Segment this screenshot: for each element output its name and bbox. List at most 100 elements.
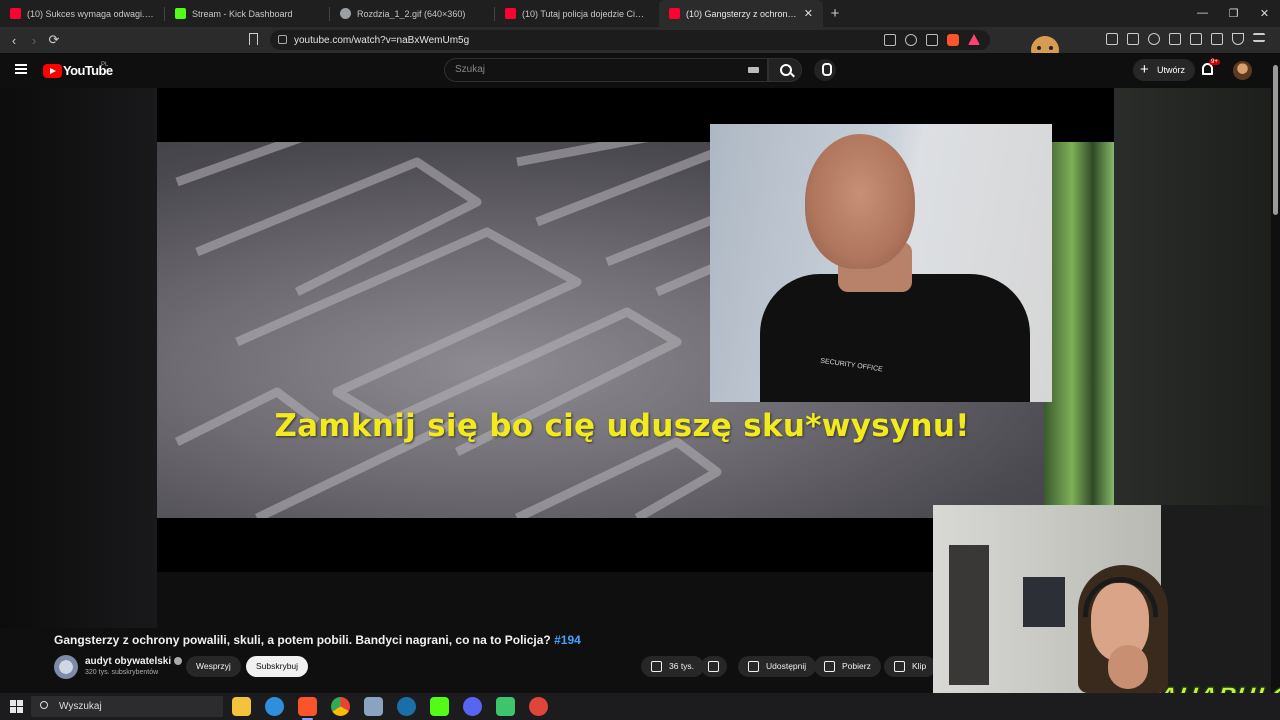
dislike-button[interactable] [701,656,727,677]
streamer-hand [1108,645,1148,689]
edge-icon[interactable] [265,697,284,716]
wallet-extension-icon[interactable] [1190,33,1202,45]
channel-name[interactable]: audyt obywatelski [85,656,183,667]
subscribe-button[interactable]: Subskrybuj [246,656,309,677]
account-avatar[interactable] [1233,61,1252,80]
steam-icon[interactable] [397,697,416,716]
browser-tab-active[interactable]: (10) Gangsterzy z ochrony po ✕ [659,0,823,27]
tab-title: (10) Gangsterzy z ochrony po [686,8,798,19]
minimize-button[interactable]: — [1187,7,1218,20]
video-title: Gangsterzy z ochrony powalili, skuli, a … [54,633,581,647]
channel-avatar[interactable] [54,655,78,679]
youtube-favicon-icon [669,8,680,19]
room-shelf [1161,505,1271,693]
back-button[interactable]: ‹ [4,33,24,48]
ambient-right [1114,88,1271,508]
person-head [805,134,915,269]
address-bar[interactable]: youtube.com/watch?v=naBxWemUm5g [270,30,990,50]
channel-name-text[interactable]: audyt obywatelski [85,656,171,667]
close-window-button[interactable]: ✕ [1249,7,1280,20]
extensions-icon[interactable] [1106,33,1118,45]
search-icon [40,701,48,709]
browser-tab[interactable]: (10) Tutaj policja dojedzie Ciebie i to [495,0,659,27]
restore-button[interactable]: ❐ [1218,7,1249,20]
hashtag-link[interactable]: #194 [554,633,581,647]
share-icon[interactable] [926,34,938,46]
video-player[interactable]: SECURITY OFFICE Zamknij się bo cię udusz… [157,88,1114,572]
windows-start-icon[interactable] [10,700,23,713]
extension-icons [1106,33,1265,45]
room-door [949,545,989,685]
youtube-header: YouTube PL Szukaj Utwórz 9+ [0,53,1280,88]
bookmark-icon[interactable] [249,33,258,45]
windows-taskbar: Wyszukaj [0,693,1280,720]
kick-icon[interactable] [430,697,449,716]
like-button[interactable]: 36 tys. [641,656,705,677]
webcam-overlay [933,505,1271,693]
hamburger-menu-icon[interactable] [15,64,27,74]
wall-poster [1023,577,1065,627]
browser-tab[interactable]: Rozdzia_1_2.gif (640×360) [330,0,494,27]
browser-tab[interactable]: Stream - Kick Dashboard [165,0,329,27]
browser-tab-strip: (10) Sukces wymaga odwagi. I trochę Stre… [0,0,1280,27]
window-controls: — ❐ ✕ [1187,7,1280,20]
browser-menu-icon[interactable] [1253,33,1265,42]
cast-icon[interactable] [884,34,896,46]
scroll-thumb[interactable] [1273,65,1278,215]
tab-title: Stream - Kick Dashboard [192,8,293,19]
notification-badge: 9+ [1209,59,1220,65]
taskbar-apps [232,697,548,720]
share-arrow-icon [748,661,759,672]
voice-search-mic-icon[interactable] [814,59,836,81]
brave-icon[interactable] [298,697,317,720]
green-app-icon[interactable] [496,697,515,716]
share-button[interactable]: Udostępnij [738,656,817,677]
tab-title: (10) Sukces wymaga odwagi. I trochę [27,8,154,19]
sidebar-icon[interactable] [1169,33,1181,45]
globe-favicon-icon [340,8,351,19]
new-tab-button[interactable]: + [823,5,847,22]
youtube-favicon-icon [505,8,516,19]
browser-toolbar: ‹ › ⟳ youtube.com/watch?v=naBxWemUm5g [0,27,1280,53]
brave-shields-icon[interactable] [947,34,959,46]
kick-favicon-icon [175,8,186,19]
verified-icon [174,657,183,665]
download-button[interactable]: Pobierz [814,656,881,677]
discord-icon[interactable] [463,697,482,716]
red-app-icon[interactable] [529,697,548,716]
brave-rewards-icon[interactable] [968,34,980,45]
file-explorer-icon[interactable] [232,697,251,716]
music-icon[interactable] [1148,33,1160,45]
clip-label: Klip [912,661,927,671]
clip-button[interactable]: Klip [884,656,937,677]
video-title-text: Gangsterzy z ochrony powalili, skuli, a … [54,633,551,647]
notepad-icon[interactable] [364,697,383,716]
person-shirt [760,274,1030,402]
browser-tab[interactable]: (10) Sukces wymaga odwagi. I trochę [0,0,164,27]
site-info-icon[interactable] [278,35,287,44]
video-subtitle: Zamknij się bo cię uduszę sku*wysynu! [274,408,970,444]
forward-button[interactable]: › [24,33,44,48]
scissors-icon [894,661,905,672]
grass-leaves [1044,142,1114,518]
reload-button[interactable]: ⟳ [44,32,64,48]
page-scrollbar[interactable] [1271,53,1280,693]
youtube-logo-icon[interactable] [43,64,62,78]
zoom-icon[interactable] [905,34,917,46]
keyboard-icon[interactable] [748,67,759,73]
chrome-icon[interactable] [331,697,350,716]
download-label: Pobierz [842,661,871,671]
search-input[interactable]: Szukaj [444,58,768,82]
taskbar-search[interactable]: Wyszukaj [31,696,223,717]
share-label: Udostępnij [766,661,807,671]
search-button[interactable] [768,58,802,82]
support-button[interactable]: Wesprzyj [186,656,241,677]
leo-ai-icon[interactable] [1211,33,1223,45]
download-icon [824,661,835,672]
ambient-left [0,88,157,628]
subscriber-count: 320 tys. subskrybentów [85,669,159,676]
wallet-icon[interactable] [1127,33,1139,45]
close-tab-icon[interactable]: ✕ [804,7,813,20]
vpn-shield-icon[interactable] [1232,33,1244,45]
create-button[interactable]: Utwórz [1133,59,1196,81]
